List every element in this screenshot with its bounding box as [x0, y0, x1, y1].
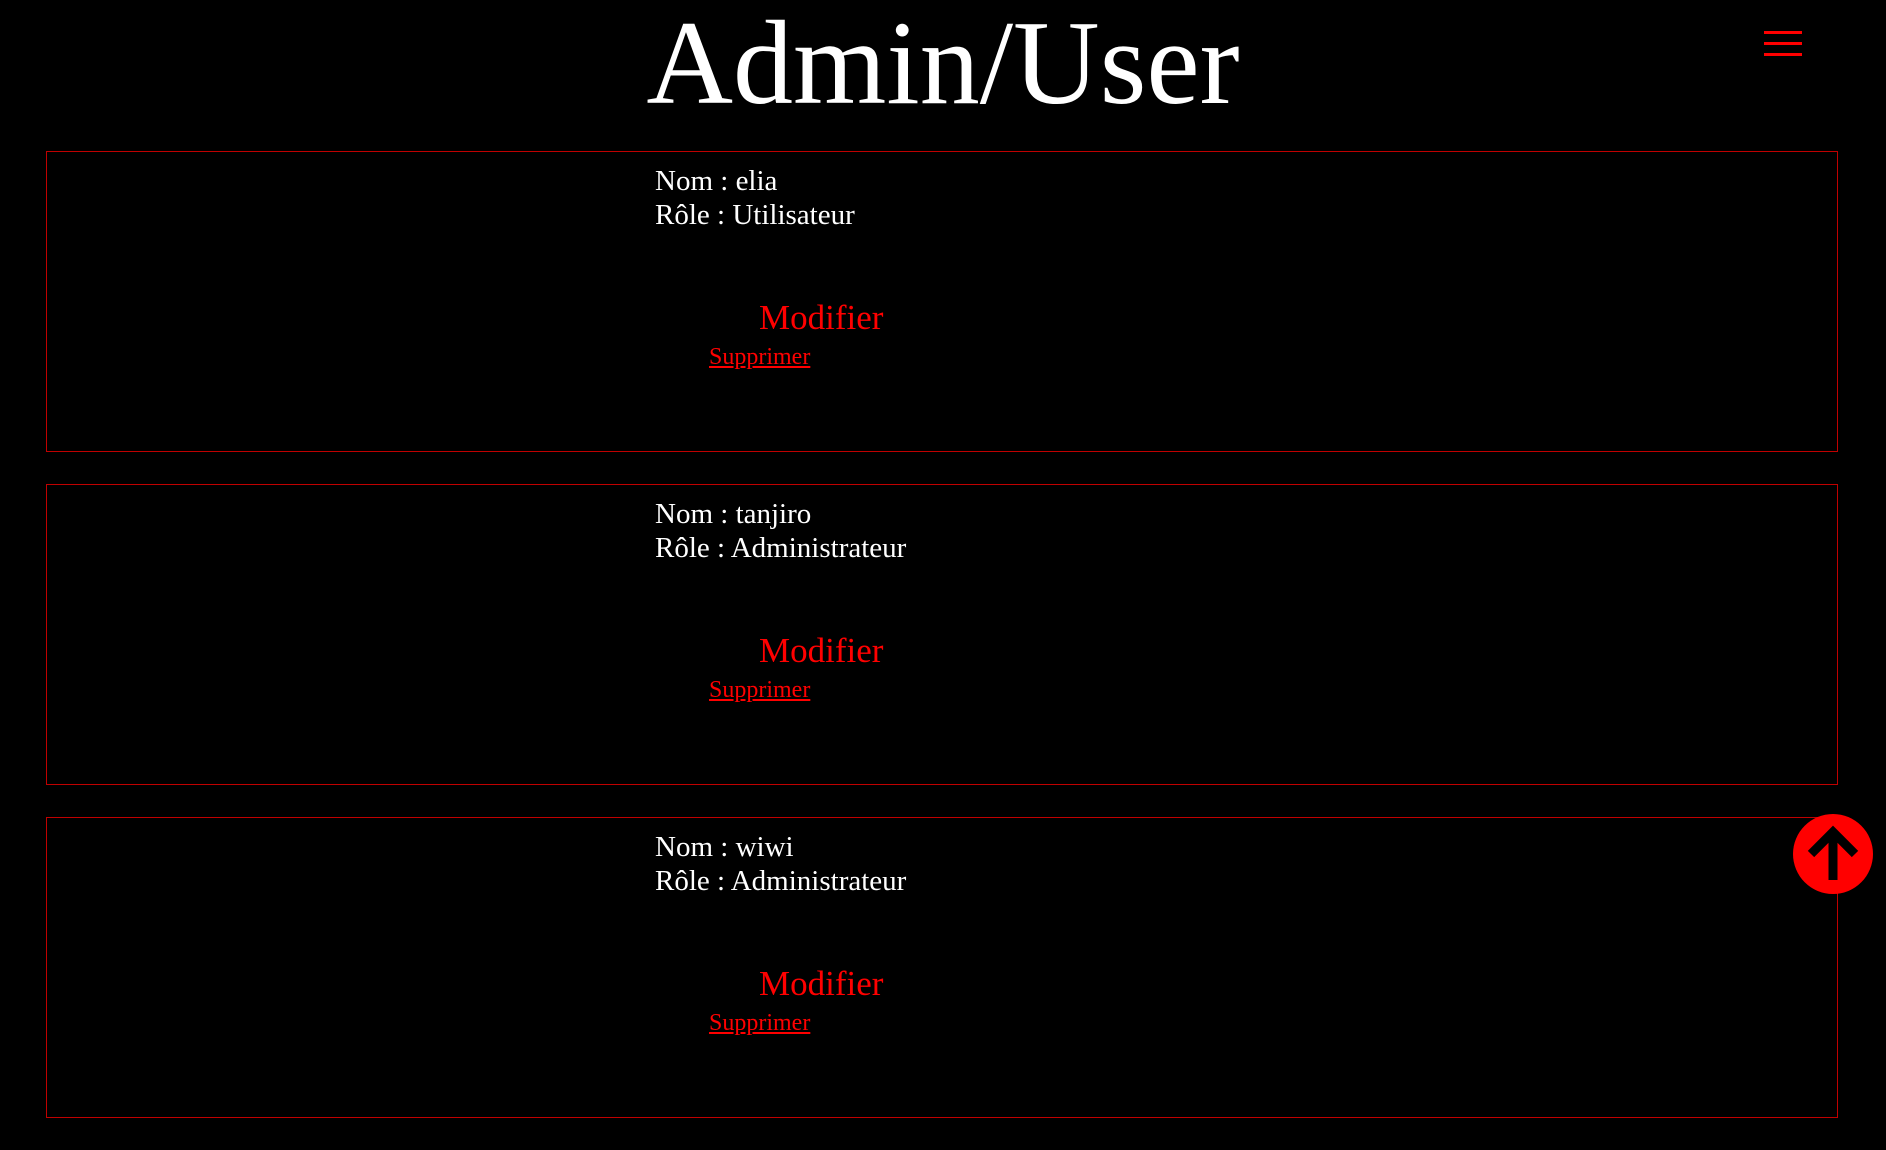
- user-role-row: Rôle : Administrateur: [655, 531, 906, 565]
- user-role: Utilisateur: [732, 199, 855, 231]
- delete-link[interactable]: Supprimer: [709, 343, 810, 371]
- hamburger-menu-icon: [1764, 31, 1802, 56]
- user-name-label: Nom :: [655, 165, 736, 197]
- user-info: Nom : tanjiro Rôle : Administrateur: [655, 497, 906, 565]
- menu-button[interactable]: [1764, 30, 1802, 58]
- delete-link[interactable]: Supprimer: [709, 676, 810, 704]
- page-title: Admin/User: [646, 0, 1240, 129]
- user-role-label: Rôle :: [655, 865, 731, 897]
- user-role-label: Rôle :: [655, 199, 733, 231]
- user-card: Nom : tanjiro Rôle : Administrateur Modi…: [46, 484, 1838, 785]
- user-name-row: Nom : wiwi: [655, 830, 906, 864]
- user-name-label: Nom :: [655, 831, 736, 863]
- arrow-up-icon: [1807, 825, 1859, 880]
- scroll-to-top-button[interactable]: [1793, 814, 1873, 894]
- modify-button[interactable]: Modifier: [759, 631, 883, 671]
- user-card: Nom : wiwi Rôle : Administrateur Modifie…: [46, 817, 1838, 1118]
- user-info: Nom : elia Rôle : Utilisateur: [655, 164, 855, 232]
- user-role: Administrateur: [730, 865, 907, 897]
- user-name-row: Nom : elia: [655, 164, 855, 198]
- modify-button[interactable]: Modifier: [759, 964, 883, 1004]
- user-name: tanjiro: [735, 498, 812, 530]
- user-name: elia: [735, 165, 778, 197]
- user-role-row: Rôle : Administrateur: [655, 864, 906, 898]
- user-role: Administrateur: [730, 532, 907, 564]
- user-role-label: Rôle :: [655, 532, 731, 564]
- user-list: Nom : elia Rôle : Utilisateur Modifier S…: [46, 151, 1838, 1150]
- modify-button[interactable]: Modifier: [759, 298, 883, 338]
- user-name-row: Nom : tanjiro: [655, 497, 906, 531]
- user-card: Nom : elia Rôle : Utilisateur Modifier S…: [46, 151, 1838, 452]
- user-role-row: Rôle : Utilisateur: [655, 198, 855, 232]
- delete-link[interactable]: Supprimer: [709, 1009, 810, 1037]
- user-name: wiwi: [735, 831, 794, 863]
- user-name-label: Nom :: [655, 498, 736, 530]
- user-info: Nom : wiwi Rôle : Administrateur: [655, 830, 906, 898]
